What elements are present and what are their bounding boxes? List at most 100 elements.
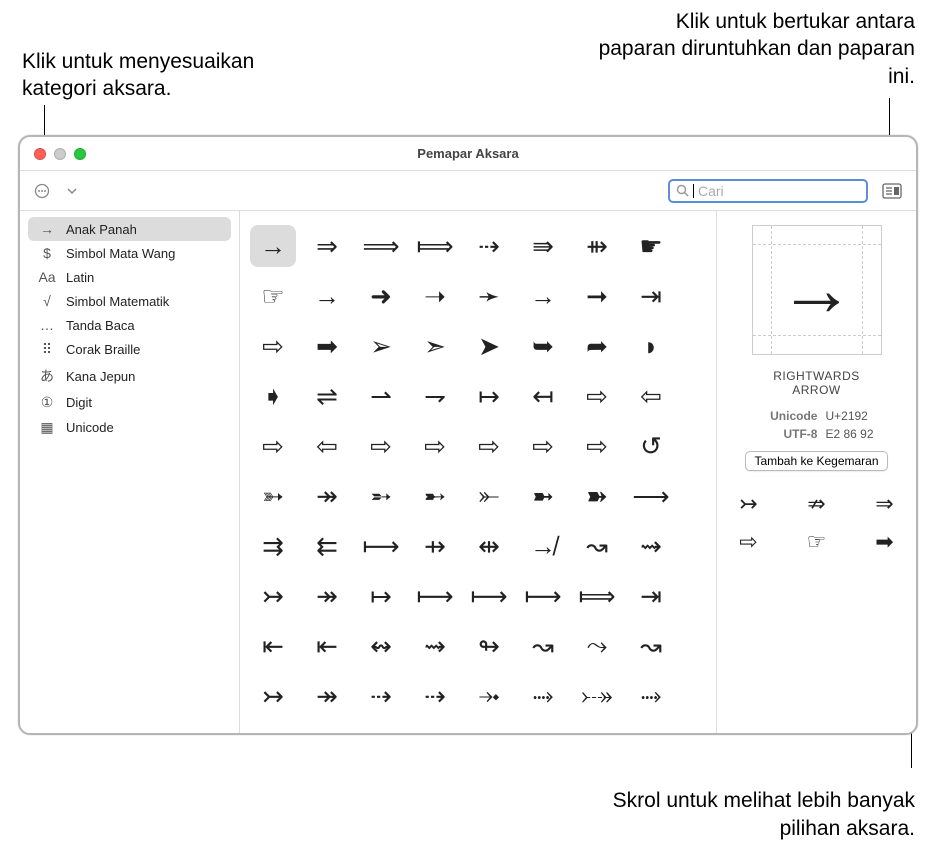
character-cell[interactable]: ➸ — [412, 475, 458, 517]
character-cell[interactable]: ↦ — [466, 375, 512, 417]
character-cell[interactable]: ↭ — [358, 625, 404, 667]
character-cell[interactable]: ⇤ — [304, 625, 350, 667]
character-cell[interactable]: ⤳ — [574, 625, 620, 667]
character-cell[interactable]: ⇨ — [412, 425, 458, 467]
character-cell[interactable]: ⇨ — [574, 425, 620, 467]
customize-categories-button[interactable] — [30, 179, 54, 203]
sidebar-item-1[interactable]: $Simbol Mata Wang — [28, 241, 231, 265]
character-cell[interactable]: ◗ — [628, 325, 674, 367]
character-cell[interactable]: ⟼ — [358, 525, 404, 567]
character-cell[interactable]: ➵ — [358, 475, 404, 517]
character-cell[interactable]: ↤ — [520, 375, 566, 417]
character-cell[interactable]: ⇢ — [412, 675, 458, 717]
character-cell[interactable]: ⇹ — [466, 525, 512, 567]
character-cell[interactable]: ↺ — [628, 425, 674, 467]
character-cell[interactable]: ➢ — [358, 325, 404, 367]
search-input[interactable]: Cari — [668, 179, 868, 203]
variant-cell[interactable]: ☞ — [792, 529, 842, 555]
character-cell[interactable]: ➥ — [520, 325, 566, 367]
character-cell[interactable]: ⇢ — [358, 675, 404, 717]
back-forward-dropdown[interactable] — [60, 179, 84, 203]
category-sidebar[interactable]: →Anak Panah$Simbol Mata WangAaLatin√Simb… — [20, 211, 240, 733]
character-cell[interactable]: → — [250, 225, 296, 267]
character-cell[interactable]: ➛ — [466, 275, 512, 317]
character-cell[interactable]: ➧ — [250, 375, 296, 417]
character-cell[interactable]: ⇥ — [628, 275, 674, 317]
sidebar-item-8[interactable]: ▦Unicode — [28, 415, 231, 440]
character-cell[interactable]: ↝ — [628, 625, 674, 667]
character-cell[interactable]: ⇒ — [304, 225, 350, 267]
character-cell[interactable]: → — [520, 275, 566, 317]
variant-cell[interactable]: ⇒ — [860, 491, 910, 517]
character-cell[interactable]: ⇇ — [304, 525, 350, 567]
minimize-window-button[interactable] — [54, 148, 66, 160]
zoom-window-button[interactable] — [74, 148, 86, 160]
character-cell[interactable]: ⟼ — [466, 575, 512, 617]
character-cell[interactable]: ➝ — [412, 275, 458, 317]
character-cell[interactable]: ⟼ — [520, 575, 566, 617]
character-cell[interactable]: ➡ — [304, 325, 350, 367]
character-cell[interactable]: ⇨ — [520, 425, 566, 467]
close-window-button[interactable] — [34, 148, 46, 160]
character-cell[interactable]: ➞ — [574, 275, 620, 317]
character-cell[interactable]: ⟼ — [412, 575, 458, 617]
character-cell[interactable]: ⇻ — [574, 225, 620, 267]
sidebar-item-2[interactable]: AaLatin — [28, 265, 231, 289]
character-cell[interactable]: ☛ — [628, 225, 674, 267]
sidebar-item-7[interactable]: ①Digit — [28, 390, 231, 415]
character-cell[interactable]: ⟾ — [412, 225, 458, 267]
character-cell[interactable]: ➳ — [250, 475, 296, 517]
font-variants-grid[interactable]: ↣ ⇏ ⇒ ⇨ ☞ ➡ — [724, 491, 910, 555]
character-cell[interactable]: ⇝ — [628, 525, 674, 567]
character-cell[interactable]: ⇸ — [412, 525, 458, 567]
variant-cell[interactable]: ⇏ — [792, 491, 842, 517]
character-cell[interactable]: ⤜ — [466, 475, 512, 517]
character-cell[interactable]: ↠ — [304, 675, 350, 717]
variant-cell[interactable]: ⇨ — [724, 529, 774, 555]
character-cell[interactable]: → — [304, 275, 350, 317]
character-cell[interactable]: ⇤ — [250, 625, 296, 667]
character-cell[interactable]: ↝ — [520, 625, 566, 667]
character-cell[interactable]: ⇨ — [358, 425, 404, 467]
sidebar-item-6[interactable]: あKana Jepun — [28, 362, 231, 390]
character-cell[interactable]: ↣ — [250, 575, 296, 617]
sidebar-item-0[interactable]: →Anak Panah — [28, 217, 231, 241]
character-cell[interactable]: ➣ — [412, 325, 458, 367]
character-cell[interactable]: ⟹ — [358, 225, 404, 267]
sidebar-item-4[interactable]: …Tanda Baca — [28, 313, 231, 337]
character-grid[interactable]: →⇒⟹⟾⇢⇛⇻☛☞→➜➝➛→➞⇥⇨➡➢➣➤➥➦◗➧⇌⇀⇁↦↤⇨⇦⇨⇦⇨⇨⇨⇨⇨↺… — [240, 211, 716, 733]
character-cell[interactable]: ⇢ — [466, 225, 512, 267]
character-cell[interactable]: ⇨ — [250, 325, 296, 367]
character-cell[interactable]: ⇨ — [466, 425, 512, 467]
character-cell[interactable]: ⇨ — [250, 425, 296, 467]
character-cell[interactable]: ☞ — [250, 275, 296, 317]
character-cell[interactable]: ↠ — [304, 575, 350, 617]
character-cell[interactable]: ↛ — [520, 525, 566, 567]
character-cell[interactable]: ⇨ — [574, 375, 620, 417]
character-cell[interactable]: ⤑ — [628, 675, 674, 717]
character-cell[interactable]: ⇝ — [412, 625, 458, 667]
character-cell[interactable]: ⇁ — [412, 375, 458, 417]
character-cell[interactable]: ⤞ — [466, 675, 512, 717]
character-cell[interactable]: ⤐ — [574, 675, 620, 717]
toggle-view-button[interactable] — [878, 179, 906, 203]
character-cell[interactable]: ↦ — [358, 575, 404, 617]
character-cell[interactable]: ↝ — [574, 525, 620, 567]
character-cell[interactable]: ➤ — [466, 325, 512, 367]
character-cell[interactable]: ⟾ — [574, 575, 620, 617]
character-cell[interactable]: ➼ — [520, 475, 566, 517]
sidebar-item-5[interactable]: ⠿Corak Braille — [28, 337, 231, 362]
character-cell[interactable]: ➽ — [574, 475, 620, 517]
sidebar-item-3[interactable]: √Simbol Matematik — [28, 289, 231, 313]
character-cell[interactable]: ⇉ — [250, 525, 296, 567]
character-cell[interactable]: ⤑ — [520, 675, 566, 717]
character-cell[interactable]: ➜ — [358, 275, 404, 317]
character-cell[interactable]: ⇛ — [520, 225, 566, 267]
character-cell[interactable]: ↣ — [250, 675, 296, 717]
character-cell[interactable]: ↬ — [466, 625, 512, 667]
character-cell[interactable]: ⇦ — [628, 375, 674, 417]
variant-cell[interactable]: ↣ — [724, 491, 774, 517]
variant-cell[interactable]: ➡ — [860, 529, 910, 555]
add-to-favorites-button[interactable]: Tambah ke Kegemaran — [745, 451, 887, 471]
character-cell[interactable]: ⇥ — [628, 575, 674, 617]
